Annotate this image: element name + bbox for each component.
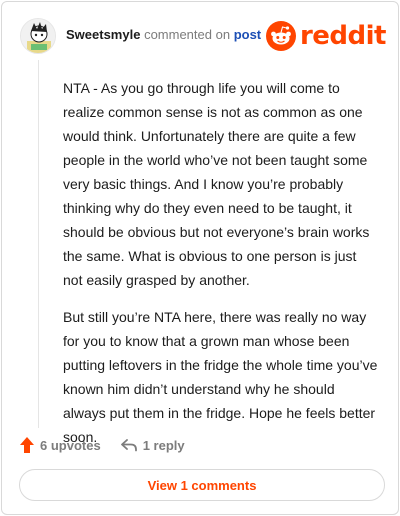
comment-paragraph: But still you’re NTA here, there was rea… — [63, 309, 378, 445]
comment-actions: 6 upvotes 1 reply — [20, 434, 205, 456]
commented-on-text: commented on — [144, 27, 231, 42]
avatar[interactable] — [20, 18, 56, 54]
reply-count: 1 reply — [142, 437, 185, 453]
reply-arrow-icon — [120, 439, 137, 452]
reddit-snoo-icon — [265, 21, 296, 51]
reddit-wordmark: reddit — [299, 21, 387, 51]
upvote-arrow-icon — [20, 437, 34, 453]
reddit-logo[interactable]: reddit — [265, 20, 387, 52]
view-comments-button[interactable]: View 1 comments — [19, 469, 385, 501]
comment-paragraph: NTA - As you go through life you will co… — [63, 80, 370, 288]
comment-card: Sweetsmyle commented on post reddit NTA … — [1, 1, 399, 515]
reply-button[interactable]: 1 reply — [120, 437, 185, 453]
comment-body: NTA - As you go through life you will co… — [63, 76, 379, 462]
upvote-count: 6 upvotes — [40, 437, 101, 453]
thread-line[interactable] — [38, 60, 39, 428]
upvote-button[interactable]: 6 upvotes — [20, 437, 101, 453]
comment-header: Sweetsmyle commented on post reddit — [18, 16, 387, 56]
post-link[interactable]: post — [234, 27, 261, 42]
byline: Sweetsmyle commented on post — [66, 27, 261, 42]
username-link[interactable]: Sweetsmyle — [66, 27, 140, 42]
